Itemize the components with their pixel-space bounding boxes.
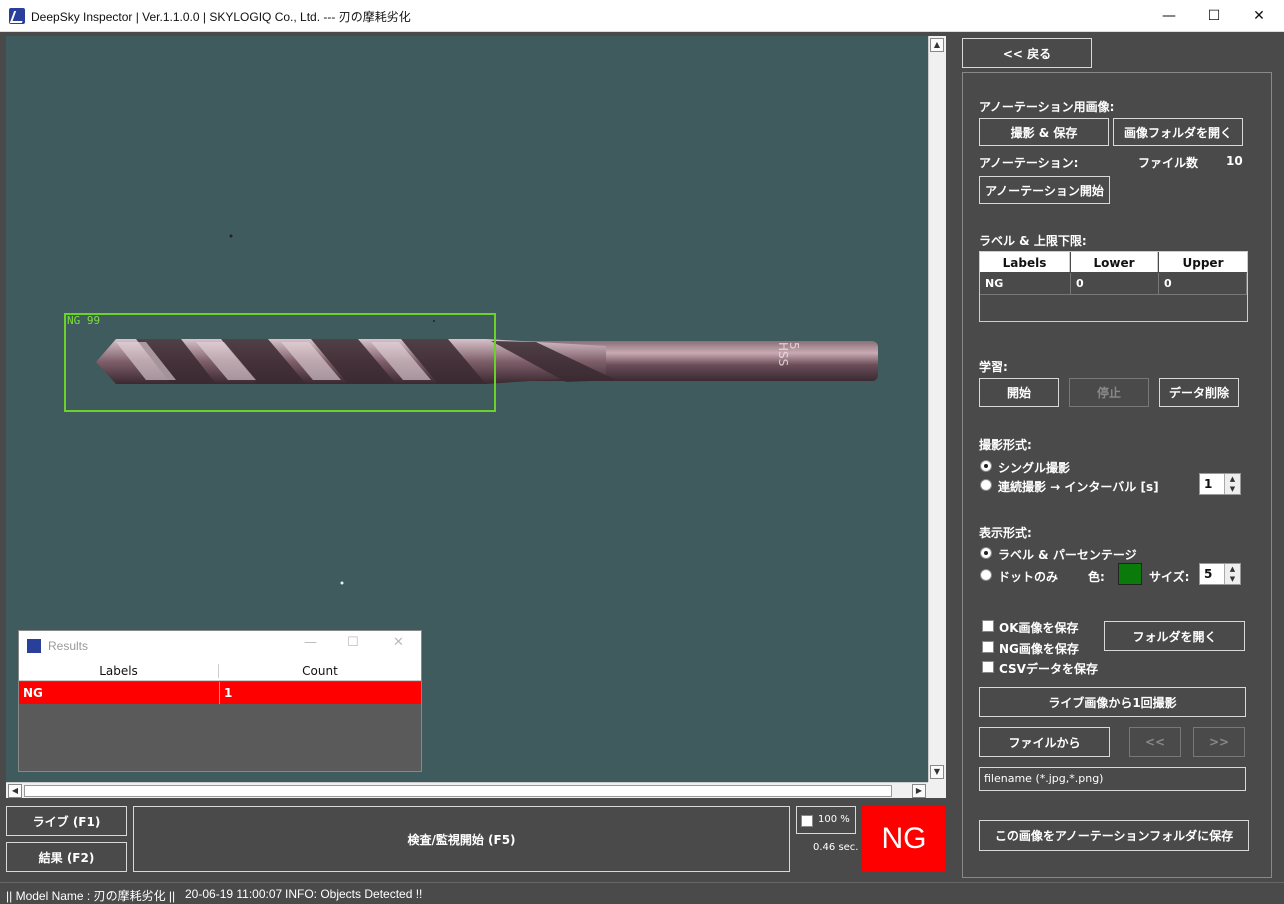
save-to-annotation-button[interactable]: この画像をアノーテーションフォルダに保存	[979, 820, 1249, 851]
save-ok-checkbox[interactable]	[982, 620, 994, 632]
column-header-upper: Upper	[1159, 252, 1247, 272]
minimize-button[interactable]: —	[1146, 0, 1192, 32]
start-annotation-button[interactable]: アノーテーション開始	[979, 176, 1110, 204]
scroll-left-icon[interactable]: ◀	[8, 784, 22, 798]
status-bar: || Model Name : 刃の摩耗劣化 || 20-06-19 11:00…	[0, 882, 1284, 904]
live-button[interactable]: ライブ (F1)	[6, 806, 127, 836]
single-capture-radio[interactable]	[980, 460, 992, 472]
maximize-button[interactable]: ☐	[1191, 0, 1237, 32]
dot-only-label: ドットのみ	[998, 570, 1059, 584]
status-model: || Model Name : 刃の摩耗劣化 ||	[6, 889, 176, 903]
vertical-scrollbar[interactable]: ▲ ▼	[928, 36, 946, 782]
next-button[interactable]: >>	[1193, 727, 1245, 757]
annotation-heading: アノーテーション:	[979, 156, 1079, 170]
scroll-thumb[interactable]	[24, 785, 892, 797]
app-logo-icon	[27, 639, 41, 653]
stepper-up-icon[interactable]: ▲	[1224, 474, 1240, 484]
row-label: NG	[23, 686, 43, 700]
dot-color-swatch[interactable]	[1118, 563, 1142, 585]
delete-data-button[interactable]: データ削除	[1159, 378, 1239, 407]
shank-marking: 5 HSS	[776, 342, 801, 367]
detection-label: NG 99	[67, 314, 101, 327]
label-percent-label: ラベル & パーセンテージ	[998, 548, 1137, 562]
display-mode-heading: 表示形式:	[979, 526, 1032, 540]
open-folder-button[interactable]: フォルダを開く	[1104, 621, 1245, 651]
open-image-folder-button[interactable]: 画像フォルダを開く	[1113, 118, 1243, 146]
title-bar: DeepSky Inspector | Ver.1.1.0.0 | SKYLOG…	[0, 0, 1284, 32]
color-label: 色:	[1088, 570, 1105, 584]
train-stop-button[interactable]: 停止	[1069, 378, 1149, 407]
elapsed-time: 0.46 sec.	[813, 842, 859, 853]
save-ng-label: NG画像を保存	[999, 642, 1079, 656]
stepper-down-icon[interactable]: ▼	[1224, 574, 1240, 584]
minimize-icon[interactable]: —	[304, 635, 317, 650]
row-count: 1	[224, 686, 233, 700]
results-title-bar[interactable]: Results — ☐ ✕	[19, 631, 421, 661]
close-button[interactable]: ✕	[1236, 0, 1282, 32]
close-icon[interactable]: ✕	[393, 635, 404, 650]
size-label: サイズ:	[1149, 570, 1190, 584]
zoom-checkbox[interactable]	[801, 815, 813, 827]
save-csv-label: CSVデータを保存	[999, 662, 1098, 676]
detection-box	[64, 313, 496, 412]
status-info: INFO: Objects Detected !!	[285, 887, 423, 901]
file-count-label: ファイル数	[1138, 156, 1199, 170]
table-row[interactable]: NG 1	[19, 682, 421, 704]
train-start-button[interactable]: 開始	[979, 378, 1059, 407]
label-percent-radio[interactable]	[980, 547, 992, 559]
column-header-lower: Lower	[1071, 252, 1158, 272]
dot-only-radio[interactable]	[980, 569, 992, 581]
results-button[interactable]: 結果 (F2)	[6, 842, 127, 872]
label-limits-heading: ラベル & 上限下限:	[979, 234, 1087, 248]
horizontal-scrollbar[interactable]: ◀ ▶	[6, 782, 928, 798]
size-stepper[interactable]: 5 ▲ ▼	[1199, 563, 1241, 585]
annotation-images-heading: アノーテーション用画像:	[979, 100, 1115, 114]
zoom-control[interactable]: 100 %	[796, 806, 856, 834]
stepper-up-icon[interactable]: ▲	[1224, 564, 1240, 574]
capture-once-button[interactable]: ライブ画像から1回撮影	[979, 687, 1246, 717]
maximize-icon[interactable]: ☐	[347, 635, 359, 650]
results-header: Labels Count	[19, 661, 421, 681]
status-timestamp: 20-06-19 11:00:07	[185, 887, 283, 901]
label-limits-table[interactable]: Labels Lower Upper NG 0 0	[979, 251, 1248, 322]
results-window: Results — ☐ ✕ Labels Count NG 1	[18, 630, 422, 772]
verdict-indicator: NG	[862, 806, 946, 872]
stepper-down-icon[interactable]: ▼	[1224, 484, 1240, 494]
filename-field[interactable]: filename (*.jpg,*.png)	[979, 767, 1246, 791]
continuous-capture-radio[interactable]	[980, 479, 992, 491]
file-count-value: 10	[1226, 154, 1243, 168]
cell-upper[interactable]: 0	[1159, 273, 1247, 295]
from-file-button[interactable]: ファイルから	[979, 727, 1110, 757]
learning-heading: 学習:	[979, 360, 1008, 374]
scroll-down-icon[interactable]: ▼	[930, 765, 944, 779]
save-ng-checkbox[interactable]	[982, 641, 994, 653]
interval-value: 1	[1204, 477, 1213, 491]
capture-save-button[interactable]: 撮影 & 保存	[979, 118, 1109, 146]
back-button[interactable]: << 戻る	[962, 38, 1092, 68]
scroll-up-icon[interactable]: ▲	[930, 38, 944, 52]
scroll-right-icon[interactable]: ▶	[912, 784, 926, 798]
app-logo-icon	[9, 8, 25, 24]
continuous-capture-label: 連続撮影 → インターバル [s]	[998, 480, 1159, 494]
save-ok-label: OK画像を保存	[999, 621, 1079, 635]
scroll-corner	[928, 782, 946, 798]
column-header-count: Count	[302, 664, 338, 678]
cell-lower[interactable]: 0	[1071, 273, 1159, 295]
single-capture-label: シングル撮影	[998, 461, 1071, 475]
save-csv-checkbox[interactable]	[982, 661, 994, 673]
column-header-labels: Labels	[980, 252, 1070, 272]
column-header-labels: Labels	[19, 664, 219, 678]
capture-mode-heading: 撮影形式:	[979, 438, 1032, 452]
size-value: 5	[1204, 567, 1213, 581]
prev-button[interactable]: <<	[1129, 727, 1181, 757]
zoom-value: 100 %	[818, 814, 850, 825]
window-title: DeepSky Inspector | Ver.1.1.0.0 | SKYLOG…	[31, 10, 411, 24]
inspect-start-button[interactable]: 検査/監視開始 (F5)	[133, 806, 790, 872]
cell-label[interactable]: NG	[980, 273, 1071, 295]
interval-stepper[interactable]: 1 ▲ ▼	[1199, 473, 1241, 495]
results-title: Results	[48, 639, 89, 653]
